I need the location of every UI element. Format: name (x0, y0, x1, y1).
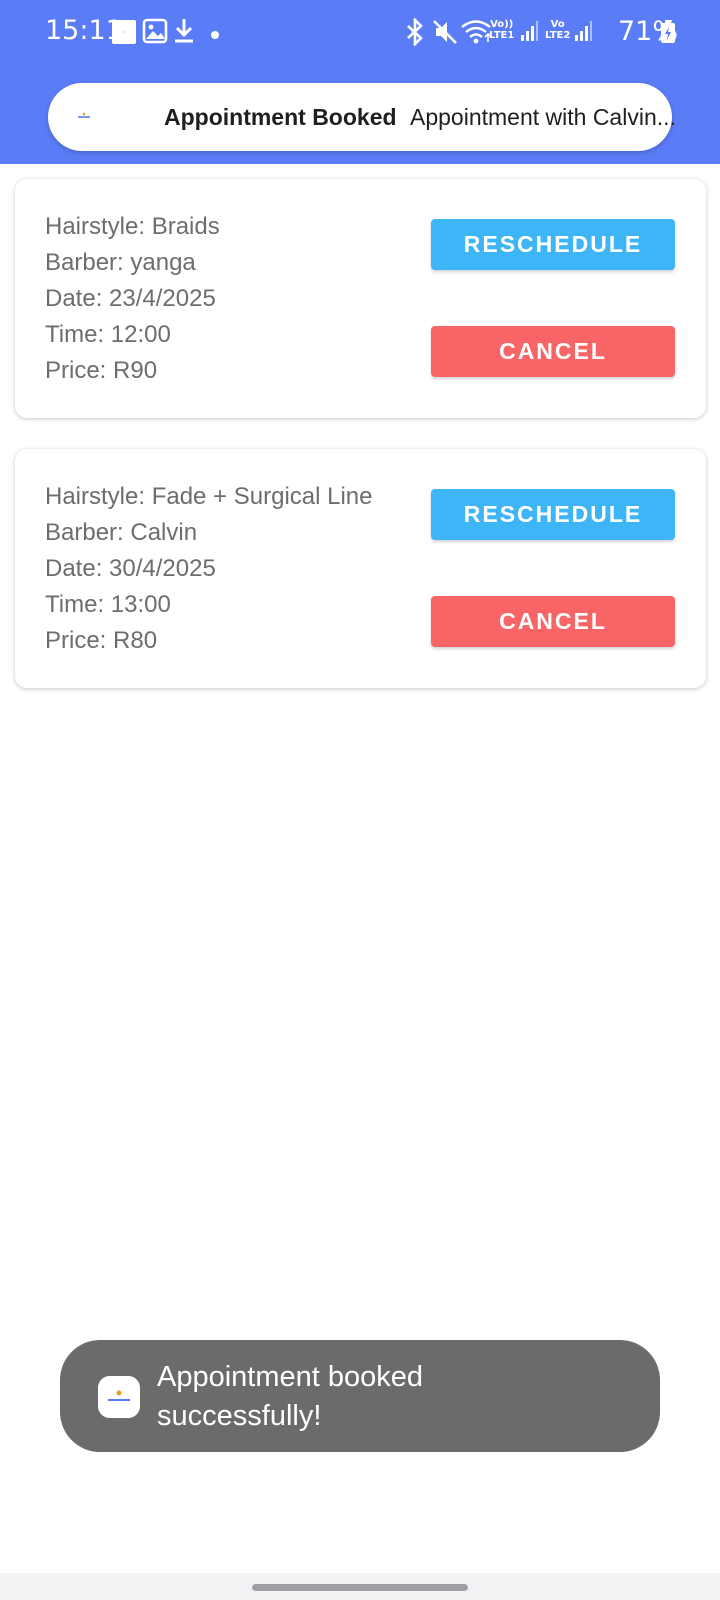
sim2-lte-label: LTE2 (545, 30, 571, 41)
appointment-date: Date: 23/4/2025 (45, 285, 216, 312)
notification-text: Appointment with Calvin... (410, 104, 676, 130)
sim1-volte-label: Vo)) (490, 19, 514, 30)
dot-icon (210, 27, 220, 45)
barberbuzz-app-icon (72, 105, 96, 129)
image-icon (142, 18, 168, 49)
toast-message: Appointment booked successfully! (60, 1340, 660, 1452)
battery-charging-icon (660, 20, 676, 49)
download-icon (172, 17, 196, 50)
status-bar: 15:11 • Vo)) LTE1 Vo LTE2 71% (0, 0, 720, 64)
cancel-button[interactable]: CANCEL (431, 596, 675, 647)
reschedule-button[interactable]: RESCHEDULE (431, 219, 675, 270)
appointment-details: Hairstyle: Fade + Surgical Line Barber: … (45, 479, 373, 659)
appointment-hairstyle: Hairstyle: Braids (45, 213, 220, 240)
heads-up-notification[interactable]: Appointment Booked Appointment with Calv… (48, 83, 676, 151)
sim1-lte-label: LTE1 (489, 30, 515, 41)
sim2-volte-label: Vo (550, 19, 565, 30)
bluetooth-icon (404, 16, 426, 51)
cancel-button[interactable]: CANCEL (431, 326, 675, 377)
barberbuzz-notification-icon: • (112, 20, 136, 44)
appointment-price: Price: R80 (45, 627, 158, 654)
mute-icon (432, 18, 458, 51)
appointment-date: Date: 30/4/2025 (45, 555, 216, 582)
toast-text: Appointment booked successfully! (157, 1361, 424, 1432)
appointment-details: Hairstyle: Braids Barber: yanga Date: 23… (45, 209, 220, 389)
sim1-network-label: Vo)) LTE1 (489, 19, 514, 41)
appointment-card: Hairstyle: Braids Barber: yanga Date: 23… (15, 179, 706, 418)
notification-title: Appointment Booked (164, 104, 397, 130)
home-gesture-handle[interactable] (252, 1584, 468, 1591)
appointment-card: Hairstyle: Fade + Surgical Line Barber: … (15, 449, 706, 688)
signal-icon (574, 20, 592, 47)
sim2-network-label: Vo LTE2 (545, 19, 570, 41)
appointment-hairstyle: Hairstyle: Fade + Surgical Line (45, 483, 373, 510)
appointment-price: Price: R90 (45, 357, 158, 384)
signal-icon (520, 20, 538, 47)
navigation-bar (0, 1573, 720, 1600)
reschedule-button[interactable]: RESCHEDULE (431, 489, 675, 540)
appointment-barber: Barber: yanga (45, 249, 196, 276)
barberbuzz-app-icon (98, 1376, 140, 1418)
appointment-time: Time: 12:00 (45, 321, 171, 348)
appointment-barber: Barber: Calvin (45, 519, 198, 546)
appointment-time: Time: 13:00 (45, 591, 171, 618)
